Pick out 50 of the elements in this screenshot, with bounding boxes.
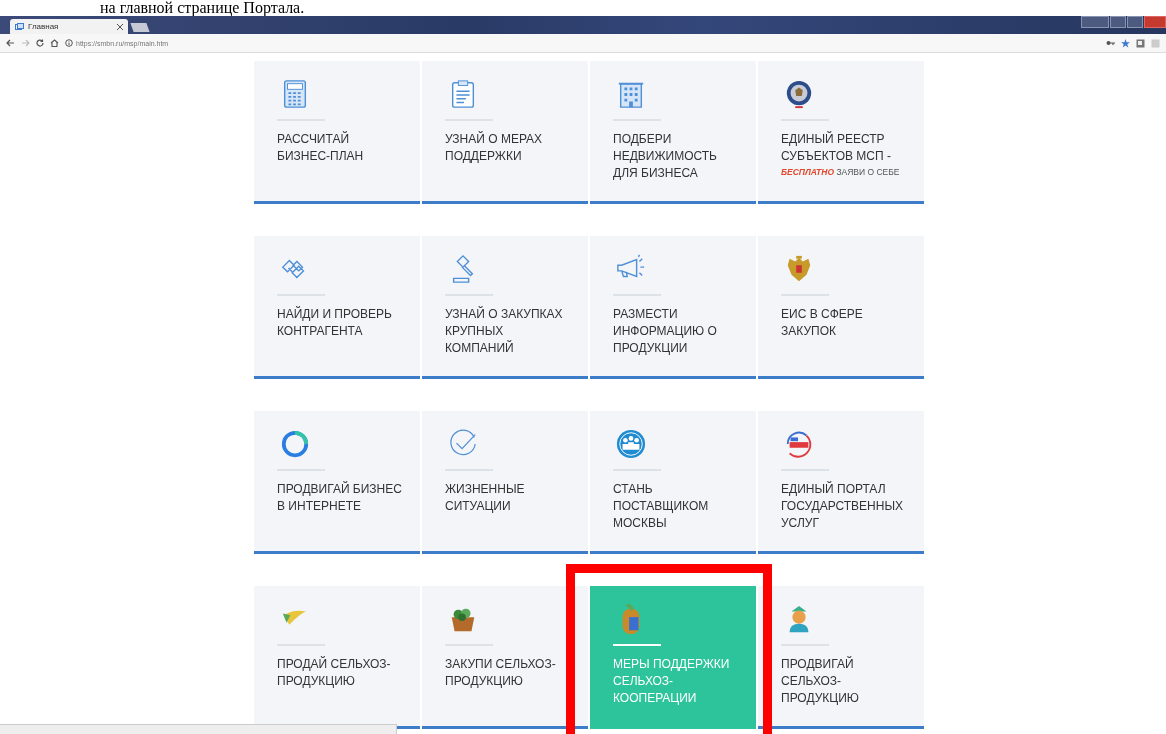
service-tile[interactable]: ПРОДАЙ СЕЛЬХОЗ-ПРОДУКЦИЮ: [254, 586, 420, 729]
service-tile[interactable]: УЗНАЙ О ЗАКУПКАХ КРУПНЫХ КОМПАНИЙ: [422, 236, 588, 379]
close-icon[interactable]: [117, 23, 123, 30]
tile-title: ЗАКУПИ СЕЛЬХОЗ-ПРОДУКЦИЮ: [445, 656, 557, 690]
service-tile[interactable]: РАССЧИТАЙ БИЗНЕС-ПЛАН: [254, 61, 420, 204]
tile-title: УЗНАЙ О ЗАКУПКАХ КРУПНЫХ КОМПАНИЙ: [445, 306, 564, 357]
tile-title: СТАНЬ ПОСТАВЩИКОМ МОСКВЫ: [613, 481, 710, 532]
tile-icon: [784, 429, 814, 459]
service-tile[interactable]: ЕИС В СФЕРЕ ЗАКУПОК: [758, 236, 924, 379]
key-icon[interactable]: [1106, 40, 1115, 46]
tile-title: РАЗМЕСТИ ИНФОРМАЦИЮ О ПРОДУКЦИИ: [613, 306, 718, 357]
home-icon[interactable]: [50, 39, 59, 47]
tile-title: ЕИС В СФЕРЕ ЗАКУПОК: [781, 306, 864, 340]
back-icon[interactable]: [6, 39, 15, 47]
service-tile[interactable]: ЕДИНЫЙ ПОРТАЛ ГОСУДАРСТВЕННЫХ УСЛУГ: [758, 411, 924, 554]
tile-title: ЕДИНЫЙ РЕЕСТР СУБЪЕКТОВ МСП -: [781, 131, 892, 165]
tile-title: ЕДИНЫЙ ПОРТАЛ ГОСУДАРСТВЕННЫХ УСЛУГ: [781, 481, 905, 532]
tile-title: ПОДБЕРИ НЕДВИЖИМОСТЬ ДЛЯ БИЗНЕСА: [613, 131, 718, 182]
document-caption: на главной странице Портала.: [100, 0, 306, 16]
service-tile[interactable]: ЖИЗНЕННЫЕ СИТУАЦИИ: [422, 411, 588, 554]
tile-note: БЕСПЛАТНО ЗАЯВИ О СЕБЕ: [781, 166, 901, 179]
maximize-button[interactable]: [1127, 16, 1143, 28]
extension-icon[interactable]: [1136, 38, 1145, 48]
tile-icon: [784, 79, 814, 109]
tile-title: НАЙДИ И ПРОВЕРЬ КОНТРАГЕНТА: [277, 306, 393, 340]
star-icon[interactable]: [1121, 38, 1130, 48]
service-tile[interactable]: ПОДБЕРИ НЕДВИЖИМОСТЬ ДЛЯ БИЗНЕСА: [590, 61, 756, 204]
service-tile[interactable]: ПРОДВИГАЙ СЕЛЬХОЗ-ПРОДУКЦИЮ: [758, 586, 924, 729]
service-tile[interactable]: НАЙДИ И ПРОВЕРЬ КОНТРАГЕНТА: [254, 236, 420, 379]
service-tile[interactable]: ЗАКУПИ СЕЛЬХОЗ-ПРОДУКЦИЮ: [422, 586, 588, 729]
reload-icon[interactable]: [36, 39, 44, 47]
service-tile[interactable]: УЗНАЙ О МЕРАХ ПОДДЕРЖКИ: [422, 61, 588, 204]
info-icon[interactable]: [65, 39, 73, 47]
page-icon: [15, 22, 24, 31]
tile-title: ЖИЗНЕННЫЕ СИТУАЦИИ: [445, 481, 526, 515]
service-tile[interactable]: РАЗМЕСТИ ИНФОРМАЦИЮ О ПРОДУКЦИИ: [590, 236, 756, 379]
service-tile[interactable]: ЕДИНЫЙ РЕЕСТР СУБЪЕКТОВ МСП - БЕСПЛАТНО ЗАЯВИ О СЕБЕ: [758, 61, 924, 204]
tile-title: ПРОДАЙ СЕЛЬХОЗ-ПРОДУКЦИЮ: [277, 656, 392, 690]
tile-title: ПРОДВИГАЙ БИЗНЕС В ИНТЕРНЕТЕ: [277, 481, 402, 515]
tile-icon: [280, 429, 310, 459]
tile-title: РАССЧИТАЙ БИЗНЕС-ПЛАН: [277, 131, 365, 165]
tile-title: МЕРЫ ПОДДЕРЖКИ СЕЛЬХОЗ-КООПЕРАЦИИ: [613, 656, 731, 707]
tile-icon: [616, 429, 646, 459]
new-tab-button[interactable]: [130, 23, 150, 32]
browser-tab[interactable]: Главная: [10, 19, 128, 34]
tile-title: УЗНАЙ О МЕРАХ ПОДДЕРЖКИ: [445, 131, 544, 165]
tile-title: ПРОДВИГАЙ СЕЛЬХОЗ-ПРОДУКЦИЮ: [781, 656, 860, 707]
service-tile[interactable]: ПРОДВИГАЙ БИЗНЕС В ИНТЕРНЕТЕ: [254, 411, 420, 554]
service-tile[interactable]: СТАНЬ ПОСТАВЩИКОМ МОСКВЫ: [590, 411, 756, 554]
minimize-button[interactable]: [1110, 16, 1126, 28]
